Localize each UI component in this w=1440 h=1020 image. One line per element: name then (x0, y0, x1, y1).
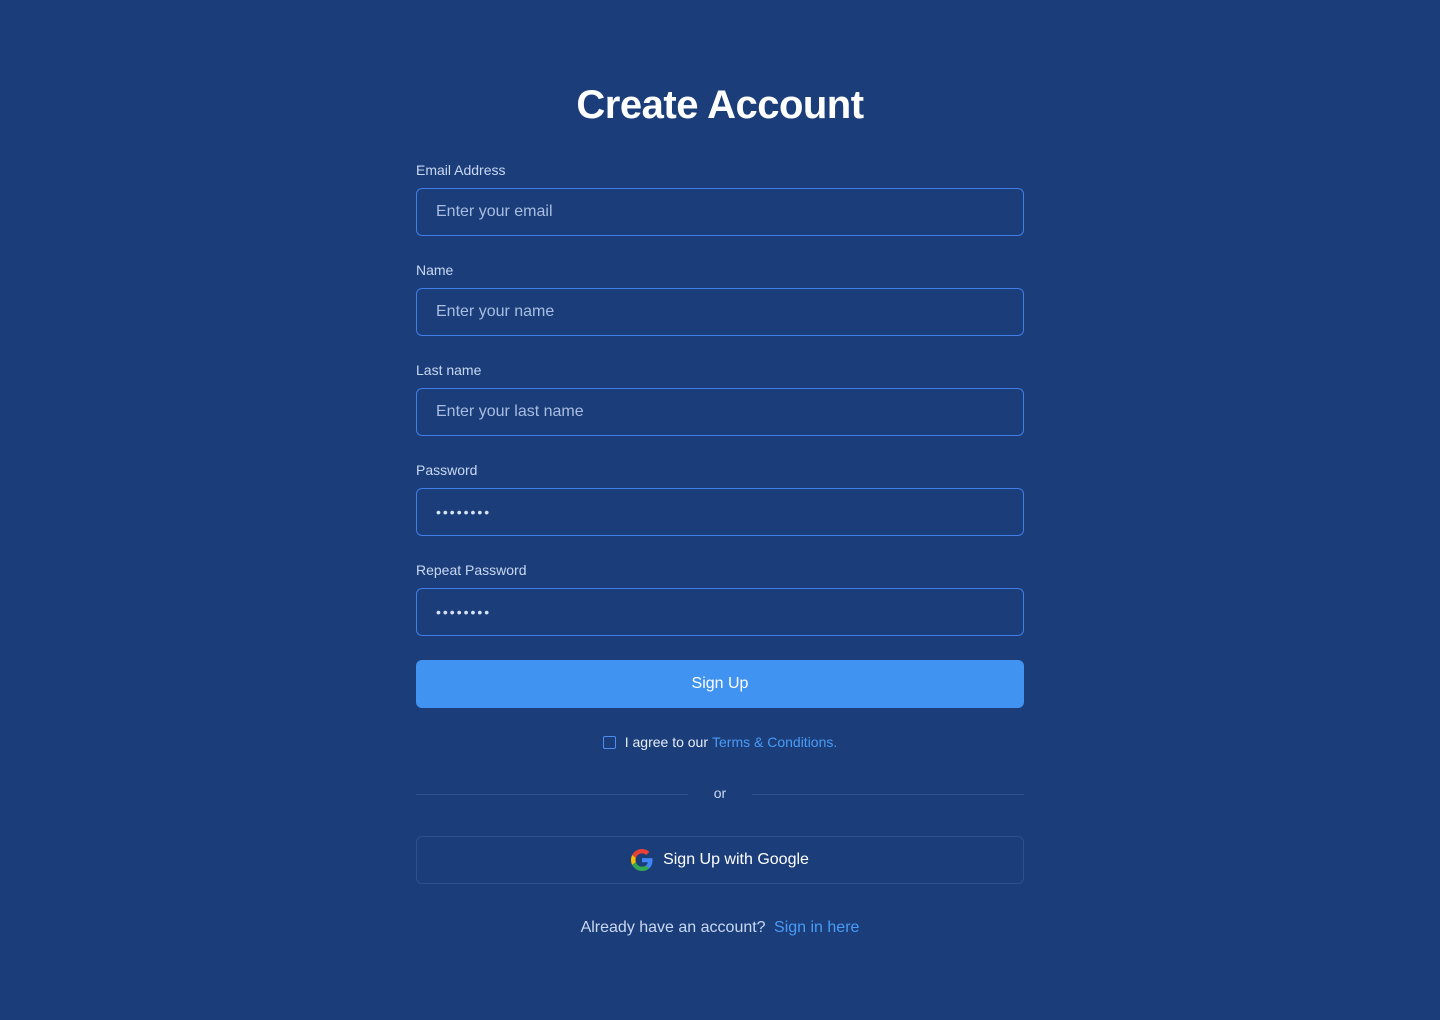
sign-in-row: Already have an account? Sign in here (416, 918, 1024, 938)
divider-line-right (752, 794, 1024, 795)
google-icon (631, 849, 653, 871)
repeat-password-label: Repeat Password (416, 562, 527, 578)
terms-link[interactable]: Terms & Conditions. (712, 733, 837, 751)
divider-text: or (713, 785, 727, 801)
name-label: Name (416, 262, 454, 278)
terms-row: I agree to our Terms & Conditions. (416, 733, 1024, 751)
google-sign-up-button[interactable]: Sign Up with Google (416, 836, 1024, 884)
email-label: Email Address (416, 162, 506, 178)
last-name-label: Last name (416, 362, 482, 378)
email-field[interactable] (416, 188, 1024, 236)
password-field[interactable] (416, 488, 1024, 536)
sign-in-link[interactable]: Sign in here (774, 919, 859, 936)
last-name-field[interactable] (416, 388, 1024, 436)
page-title: Create Account (576, 83, 864, 127)
repeat-password-field[interactable] (416, 588, 1024, 636)
terms-checkbox[interactable] (602, 735, 616, 749)
or-divider: or (416, 784, 1024, 804)
sign-in-text: Already have an account? (580, 919, 766, 936)
name-field[interactable] (416, 288, 1024, 336)
google-button-label: Sign Up with Google (663, 851, 809, 868)
password-label: Password (416, 462, 478, 478)
terms-text: I agree to our (624, 734, 708, 750)
sign-up-button[interactable]: Sign Up (416, 660, 1024, 708)
